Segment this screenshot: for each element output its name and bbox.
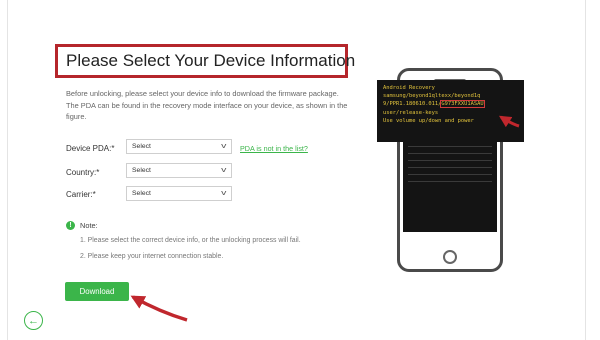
download-pointer-arrow bbox=[130, 295, 188, 322]
pda-pointer-arrow bbox=[498, 115, 520, 128]
annotation-arrows bbox=[130, 115, 520, 322]
